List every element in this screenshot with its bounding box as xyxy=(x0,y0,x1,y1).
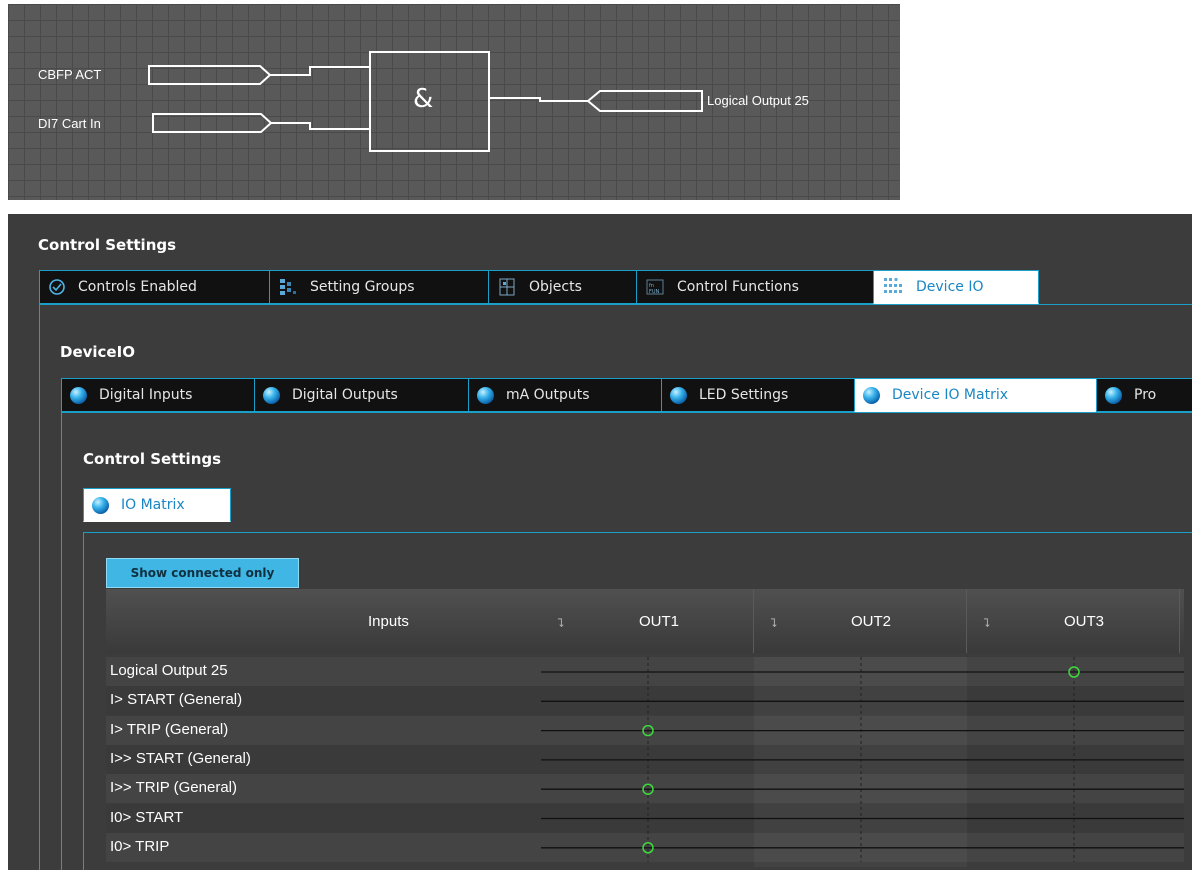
connection-cell[interactable] xyxy=(1068,725,1080,737)
connection-cell[interactable] xyxy=(1068,813,1080,825)
connection-cell[interactable] xyxy=(855,783,867,795)
connection-cell[interactable] xyxy=(642,813,654,825)
connection-cell[interactable] xyxy=(855,813,867,825)
connection-cell[interactable] xyxy=(855,754,867,766)
connection-cell[interactable] xyxy=(642,695,654,707)
connection-cell[interactable] xyxy=(855,695,867,707)
matrix-grid xyxy=(541,657,1184,863)
connection-cell[interactable] xyxy=(1068,754,1080,766)
connection-cell[interactable] xyxy=(855,842,867,854)
connection-cell[interactable] xyxy=(1068,842,1080,854)
connection-cell[interactable] xyxy=(855,666,867,678)
connection-cell[interactable] xyxy=(1068,695,1080,707)
connection-cell[interactable] xyxy=(1068,783,1080,795)
connection-cell[interactable] xyxy=(642,666,654,678)
connection-cell[interactable] xyxy=(642,754,654,766)
connection-cell[interactable] xyxy=(855,725,867,737)
